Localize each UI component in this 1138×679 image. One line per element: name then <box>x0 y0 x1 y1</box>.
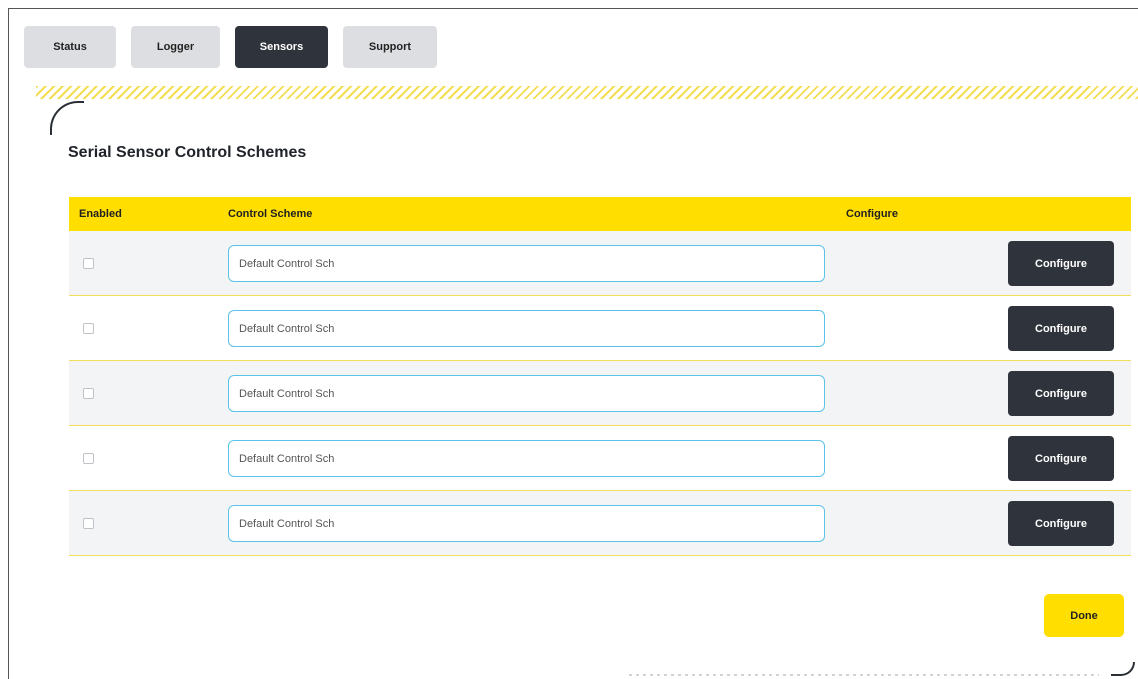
table-row: Configure <box>69 491 1131 556</box>
header-configure: Configure <box>846 208 898 220</box>
header-control-scheme: Control Scheme <box>228 208 313 220</box>
configure-button[interactable]: Configure <box>1008 306 1114 351</box>
tab-support[interactable]: Support <box>343 26 437 68</box>
corner-bracket-top-left <box>50 101 84 135</box>
control-scheme-input[interactable] <box>228 375 825 412</box>
tab-sensors[interactable]: Sensors <box>235 26 328 68</box>
table-header: Enabled Control Scheme Configure <box>69 197 1131 231</box>
enabled-checkbox[interactable] <box>83 323 94 334</box>
header-enabled: Enabled <box>79 208 122 220</box>
tab-logger[interactable]: Logger <box>131 26 220 68</box>
enabled-checkbox[interactable] <box>83 453 94 464</box>
hazard-stripe-divider <box>36 86 1138 99</box>
table-row: Configure <box>69 361 1131 426</box>
table-row: Configure <box>69 426 1131 491</box>
corner-bracket-bottom-right <box>1111 662 1135 676</box>
table-row: Configure <box>69 296 1131 361</box>
enabled-checkbox[interactable] <box>83 258 94 269</box>
configure-button[interactable]: Configure <box>1008 241 1114 286</box>
control-scheme-input[interactable] <box>228 245 825 282</box>
control-scheme-input[interactable] <box>228 310 825 347</box>
control-scheme-input[interactable] <box>228 440 825 477</box>
enabled-checkbox[interactable] <box>83 518 94 529</box>
table-row: Configure <box>69 231 1131 296</box>
dotted-border-bottom <box>629 674 1099 676</box>
app-frame: Status Logger Sensors Support Serial Sen… <box>8 8 1138 679</box>
page-title: Serial Sensor Control Schemes <box>68 144 307 161</box>
control-schemes-table: Enabled Control Scheme Configure Configu… <box>69 197 1131 556</box>
tab-bar: Status Logger Sensors Support <box>24 26 437 68</box>
configure-button[interactable]: Configure <box>1008 436 1114 481</box>
control-scheme-input[interactable] <box>228 505 825 542</box>
configure-button[interactable]: Configure <box>1008 501 1114 546</box>
done-button[interactable]: Done <box>1044 594 1124 637</box>
tab-status[interactable]: Status <box>24 26 116 68</box>
enabled-checkbox[interactable] <box>83 388 94 399</box>
configure-button[interactable]: Configure <box>1008 371 1114 416</box>
